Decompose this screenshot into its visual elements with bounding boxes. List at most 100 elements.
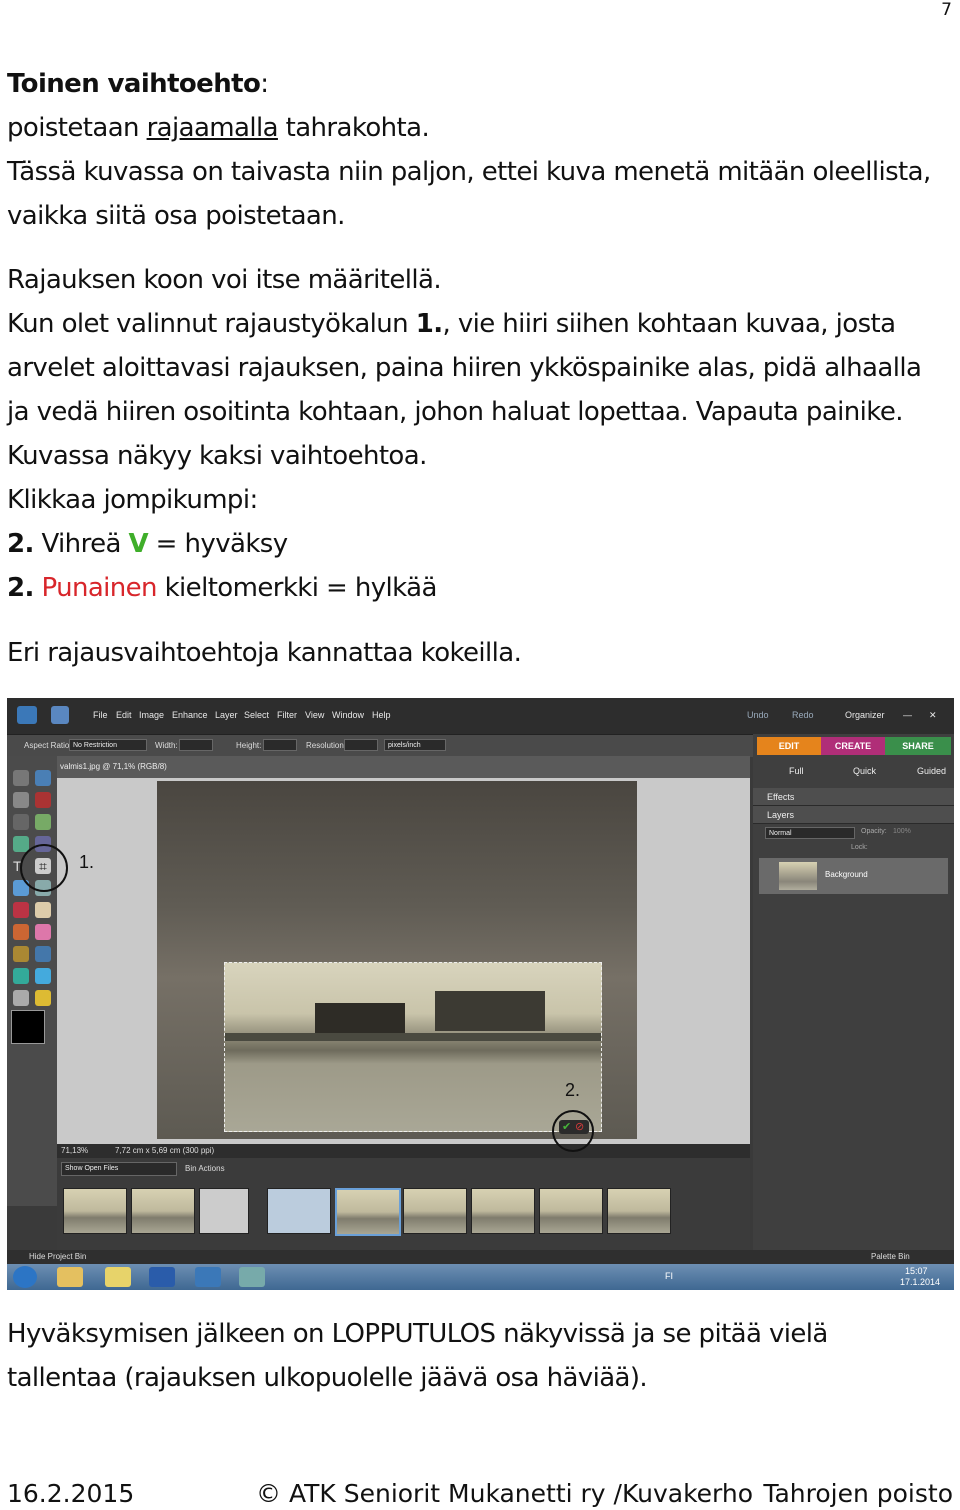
text-line-10: 2. Vihreä V = hyväksy <box>7 522 288 566</box>
viewer-taskbar-icon[interactable] <box>239 1267 265 1287</box>
foreground-color-swatch[interactable] <box>11 1010 45 1044</box>
menu-file[interactable]: File <box>93 710 108 720</box>
camera-icon[interactable] <box>17 706 37 724</box>
bin-thumbnail[interactable] <box>403 1188 467 1234</box>
bin-actions-menu[interactable]: Bin Actions <box>185 1164 225 1173</box>
menu-filter[interactable]: Filter <box>277 710 297 720</box>
tab-share[interactable]: SHARE <box>885 737 951 755</box>
document-tab[interactable]: valmis1.jpg @ 71,1% (RGB/8) <box>57 756 750 778</box>
menu-layer[interactable]: Layer <box>215 710 238 720</box>
section-heading: Toinen vaihtoehto <box>7 69 261 99</box>
status-bar: 71,13% 7,72 cm x 5,69 cm (300 ppi) <box>57 1144 750 1158</box>
eraser-icon[interactable] <box>35 924 51 940</box>
menu-window[interactable]: Window <box>332 710 364 720</box>
text-after-1: Hyväksymisen jälkeen on LOPPUTULOS näkyv… <box>7 1319 828 1349</box>
redo-button[interactable]: Redo <box>792 710 814 720</box>
step-number: 2. <box>7 573 34 603</box>
mode-quick-button[interactable]: Quick <box>853 766 876 776</box>
bin-thumbnail[interactable] <box>607 1188 671 1234</box>
mode-full-button[interactable]: Full <box>789 766 804 776</box>
house-building <box>435 991 545 1031</box>
layer-thumbnail <box>779 862 817 890</box>
minimize-icon[interactable]: — <box>903 710 912 720</box>
bucket-icon[interactable] <box>35 968 51 984</box>
tab-create[interactable]: CREATE <box>821 737 885 755</box>
red-word: Punainen <box>33 573 157 603</box>
sponge-tool-icon[interactable] <box>35 990 51 1006</box>
eyedropper-icon[interactable] <box>35 792 51 808</box>
opacity-value[interactable]: 100% <box>893 828 911 835</box>
footer-date: 16.2.2015 <box>7 1479 135 1508</box>
aspect-ratio-select[interactable]: No Restriction <box>69 739 147 751</box>
effects-panel-header[interactable]: Effects <box>753 788 954 806</box>
text-fragment: = hyväksy <box>148 529 288 559</box>
menu-edit[interactable]: Edit <box>116 710 132 720</box>
bin-thumbnail[interactable] <box>131 1188 195 1234</box>
height-input[interactable] <box>263 739 297 751</box>
text-line-8: Kuvassa näkyy kaksi vaihtoehtoa. <box>7 441 427 471</box>
lasso-tool-icon[interactable] <box>35 814 51 830</box>
clock-time[interactable]: 15:07 <box>905 1266 928 1276</box>
annotation-label-2: 2. <box>565 1080 581 1100</box>
menu-select[interactable]: Select <box>244 710 269 720</box>
width-input[interactable] <box>179 739 213 751</box>
elements-taskbar-icon[interactable] <box>195 1267 221 1287</box>
windows-taskbar: FI 15:07 17.1.2014 <box>7 1264 954 1290</box>
layer-row-background[interactable]: Background <box>759 858 948 894</box>
bin-thumbnail[interactable] <box>199 1188 249 1234</box>
text-line-9: Klikkaa jompikumpi: <box>7 485 258 515</box>
move-tool-icon[interactable] <box>13 770 29 786</box>
menu-view[interactable]: View <box>305 710 324 720</box>
word-taskbar-icon[interactable] <box>149 1267 175 1287</box>
page-number: 7 <box>941 0 952 20</box>
bin-thumbnail-selected[interactable] <box>335 1188 401 1236</box>
mode-guided-button[interactable]: Guided <box>917 766 946 776</box>
red-eye-icon[interactable] <box>13 902 29 918</box>
close-icon[interactable]: ✕ <box>929 710 937 721</box>
hide-project-bin-button[interactable]: Hide Project Bin <box>29 1252 86 1261</box>
bin-thumbnail[interactable] <box>63 1188 127 1234</box>
marquee-tool-icon[interactable] <box>13 814 29 830</box>
bin-thumbnail[interactable] <box>539 1188 603 1234</box>
language-indicator[interactable]: FI <box>665 1271 673 1281</box>
text-line-5: Kun olet valinnut rajaustyökalun 1., vie… <box>7 302 896 346</box>
hand-tool-icon[interactable] <box>13 792 29 808</box>
menu-enhance[interactable]: Enhance <box>172 710 208 720</box>
resolution-input[interactable] <box>344 739 378 751</box>
text-line-7: ja vedä hiiren osoitinta kohtaan, johon … <box>7 397 903 427</box>
text-line-3: vaikka siitä osa poistetaan. <box>7 201 345 231</box>
home-icon[interactable] <box>51 706 69 724</box>
organizer-button[interactable]: Organizer <box>845 710 885 720</box>
healing-brush-icon[interactable] <box>35 902 51 918</box>
text-after-2: tallentaa (rajauksen ulkopuolelle jäävä … <box>7 1363 648 1393</box>
height-label: Height: <box>236 741 262 750</box>
menu-image[interactable]: Image <box>139 710 164 720</box>
show-open-files-select[interactable]: Show Open Files <box>61 1162 177 1176</box>
annotation-circle-commit <box>552 1110 594 1152</box>
project-bin: Show Open Files Bin Actions <box>57 1158 750 1250</box>
menu-help[interactable]: Help <box>372 710 391 720</box>
explorer-taskbar-icon[interactable] <box>57 1267 83 1287</box>
text-line-1: poistetaan rajaamalla tahrakohta. <box>7 106 430 150</box>
undo-button[interactable]: Undo <box>747 710 769 720</box>
bin-thumbnail[interactable] <box>471 1188 535 1234</box>
sticky-notes-taskbar-icon[interactable] <box>105 1267 131 1287</box>
tab-edit[interactable]: EDIT <box>757 737 821 755</box>
zoom-tool-icon[interactable] <box>35 770 51 786</box>
crop-selection[interactable] <box>224 962 602 1132</box>
document-size-readout: 7,72 cm x 5,69 cm (300 ppi) <box>115 1146 215 1155</box>
blur-tool-icon[interactable] <box>13 990 29 1006</box>
clone-stamp-icon[interactable] <box>13 924 29 940</box>
start-button-icon[interactable] <box>13 1266 37 1288</box>
blend-mode-select[interactable]: Normal <box>765 827 855 839</box>
palette-bin-button[interactable]: Palette Bin <box>871 1252 910 1261</box>
brush-icon[interactable] <box>13 946 29 962</box>
text-fragment: Kun olet valinnut rajaustyökalun <box>7 309 416 339</box>
resolution-unit-select[interactable]: pixels/inch <box>384 739 446 751</box>
gradient-icon[interactable] <box>13 968 29 984</box>
footer-copyright: © ATK Seniorit Mukanetti ry /Kuvakerho <box>256 1479 754 1508</box>
zoom-readout[interactable]: 71,13% <box>61 1146 88 1155</box>
bin-thumbnail[interactable] <box>267 1188 331 1234</box>
smart-brush-icon[interactable] <box>35 946 51 962</box>
layers-panel-header[interactable]: Layers <box>753 806 954 824</box>
